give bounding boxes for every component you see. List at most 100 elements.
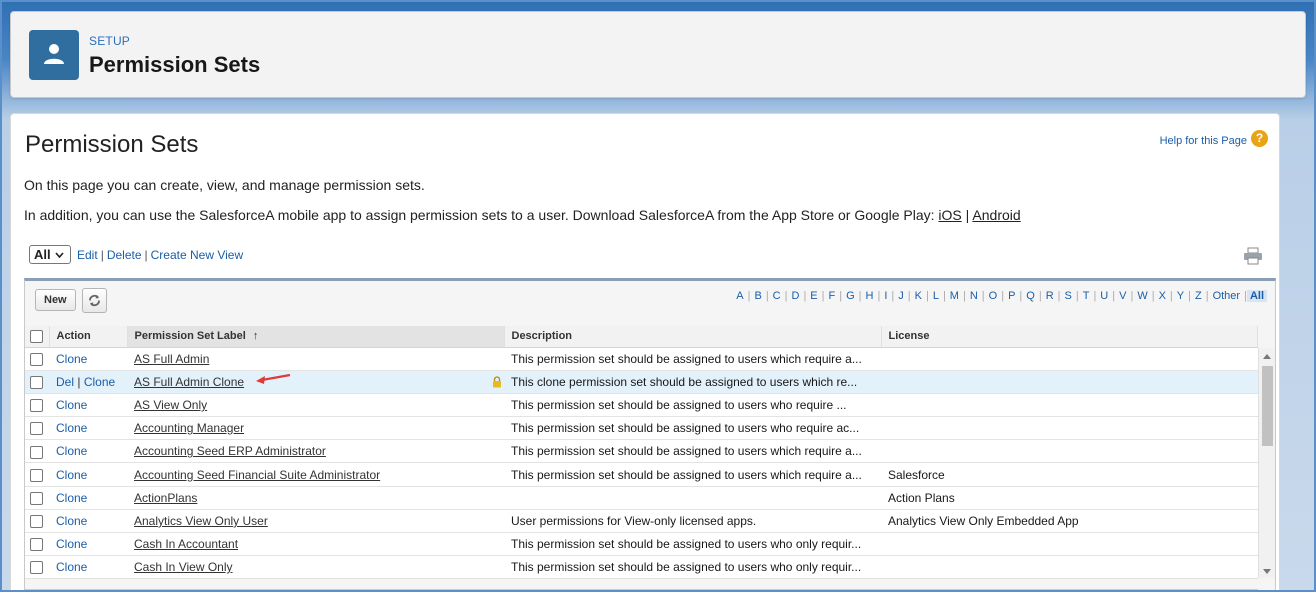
edit-view-link[interactable]: Edit <box>77 248 98 262</box>
alpha-filter-r[interactable]: R <box>1042 290 1058 302</box>
permission-set-link[interactable]: Cash In View Only <box>134 560 233 574</box>
clone-link[interactable]: Clone <box>56 421 87 435</box>
column-license[interactable]: License <box>881 326 1258 348</box>
alpha-filter-h[interactable]: H <box>862 290 878 302</box>
printer-icon[interactable] <box>1243 247 1263 270</box>
clone-link[interactable]: Clone <box>56 352 87 366</box>
alpha-filter-y[interactable]: Y <box>1173 290 1188 302</box>
view-select-value: All <box>34 247 51 262</box>
alpha-filter-o[interactable]: O <box>985 290 1002 302</box>
permission-set-link[interactable]: AS Full Admin <box>134 352 209 366</box>
new-button[interactable]: New <box>35 289 76 311</box>
alpha-filter-a[interactable]: A <box>732 290 747 302</box>
clone-link[interactable]: Clone <box>56 560 87 574</box>
main-content: Permission Sets Help for this Page ? On … <box>10 113 1280 592</box>
row-description: This permission set should be assigned t… <box>504 347 881 371</box>
row-checkbox[interactable] <box>30 445 43 459</box>
row-checkbox[interactable] <box>30 375 43 389</box>
alpha-filter-n[interactable]: N <box>966 290 982 302</box>
row-select-cell <box>25 370 49 394</box>
scroll-thumb[interactable] <box>1262 366 1273 446</box>
del-link[interactable]: Del <box>56 375 74 389</box>
alpha-filter-f[interactable]: F <box>825 290 840 302</box>
android-link[interactable]: Android <box>972 207 1020 223</box>
scroll-down-arrow[interactable] <box>1263 569 1271 574</box>
alpha-filter-d[interactable]: D <box>787 290 803 302</box>
clone-link[interactable]: Clone <box>56 398 87 412</box>
permission-set-link[interactable]: AS Full Admin Clone <box>134 375 244 389</box>
row-checkbox[interactable] <box>30 491 43 505</box>
alpha-filter-k[interactable]: K <box>911 290 926 302</box>
alpha-filter-l[interactable]: L <box>929 290 943 302</box>
vertical-scrollbar[interactable] <box>1258 348 1275 578</box>
lock-icon <box>493 376 501 388</box>
permission-set-table: Action Permission Set Label ↑ Descriptio… <box>25 326 1258 580</box>
row-label-cell: Cash In Accountant <box>127 532 504 557</box>
alpha-filter-m[interactable]: M <box>946 290 963 302</box>
clone-link[interactable]: Clone <box>56 514 87 528</box>
alpha-filter-x[interactable]: X <box>1155 290 1170 302</box>
scroll-up-arrow[interactable] <box>1263 354 1271 359</box>
alpha-filter-w[interactable]: W <box>1133 290 1151 302</box>
alpha-filter-e[interactable]: E <box>806 290 821 302</box>
table-row: Clone Accounting Seed Financial Suite Adm… <box>25 462 1258 487</box>
column-label[interactable]: Permission Set Label ↑ <box>127 326 505 348</box>
clone-link[interactable]: Clone <box>84 375 115 389</box>
row-checkbox[interactable] <box>30 399 43 413</box>
create-view-link[interactable]: Create New View <box>151 248 243 262</box>
permission-set-link[interactable]: Accounting Manager <box>134 421 244 435</box>
row-checkbox[interactable] <box>30 538 43 552</box>
alpha-filter-all[interactable]: All <box>1246 290 1267 302</box>
clone-link[interactable]: Clone <box>56 444 87 458</box>
annotation-arrow-icon <box>256 373 291 384</box>
row-license <box>881 416 1258 441</box>
row-description: This permission set should be assigned t… <box>504 439 881 464</box>
alpha-filter-s[interactable]: S <box>1061 290 1076 302</box>
alpha-filter-c[interactable]: C <box>769 290 785 302</box>
delete-view-link[interactable]: Delete <box>107 248 142 262</box>
row-checkbox[interactable] <box>30 422 43 436</box>
row-label-cell: AS Full Admin Clone <box>127 370 504 394</box>
row-select-cell <box>25 393 49 418</box>
row-select-cell <box>25 532 49 557</box>
alpha-filter-u[interactable]: U <box>1096 290 1112 302</box>
row-checkbox[interactable] <box>30 561 43 575</box>
clone-link[interactable]: Clone <box>56 537 87 551</box>
help-link[interactable]: Help for this Page <box>1160 135 1247 147</box>
alpha-filter-p[interactable]: P <box>1004 290 1019 302</box>
permission-set-link[interactable]: Cash In Accountant <box>134 537 238 551</box>
alpha-filter-t[interactable]: T <box>1079 290 1094 302</box>
row-label-cell: Analytics View Only User <box>127 509 504 534</box>
permission-set-link[interactable]: Accounting Seed Financial Suite Administ… <box>134 468 380 482</box>
alpha-filter-z[interactable]: Z <box>1191 290 1206 302</box>
row-license <box>881 439 1258 464</box>
table-row: Clone Cash In View Only This permission se… <box>25 555 1258 580</box>
alpha-filter-i[interactable]: I <box>880 290 891 302</box>
alpha-filter-v[interactable]: V <box>1115 290 1130 302</box>
refresh-button[interactable] <box>82 288 107 313</box>
permission-set-link[interactable]: AS View Only <box>134 398 207 412</box>
row-checkbox[interactable] <box>30 468 43 482</box>
row-checkbox[interactable] <box>30 352 43 366</box>
row-select-cell <box>25 486 49 510</box>
alpha-filter-other[interactable]: Other <box>1209 290 1245 302</box>
permission-set-link[interactable]: ActionPlans <box>134 491 197 505</box>
row-checkbox[interactable] <box>30 515 43 529</box>
alpha-filter-b[interactable]: B <box>750 290 765 302</box>
alpha-filter-j[interactable]: J <box>894 290 908 302</box>
column-description[interactable]: Description <box>504 326 882 348</box>
select-all-checkbox[interactable] <box>30 329 43 343</box>
help-icon[interactable]: ? <box>1251 130 1268 147</box>
row-license <box>881 555 1258 580</box>
chevron-down-icon <box>55 251 64 258</box>
permission-set-link[interactable]: Analytics View Only User <box>134 514 268 528</box>
ios-link[interactable]: iOS <box>938 207 961 223</box>
clone-link[interactable]: Clone <box>56 468 87 482</box>
view-select[interactable]: All <box>29 245 71 264</box>
permission-set-link[interactable]: Accounting Seed ERP Administrator <box>134 444 326 458</box>
column-action[interactable]: Action <box>49 326 128 348</box>
row-license <box>881 393 1258 418</box>
alpha-filter-g[interactable]: G <box>842 290 859 302</box>
clone-link[interactable]: Clone <box>56 491 87 505</box>
alpha-filter-q[interactable]: Q <box>1022 290 1039 302</box>
